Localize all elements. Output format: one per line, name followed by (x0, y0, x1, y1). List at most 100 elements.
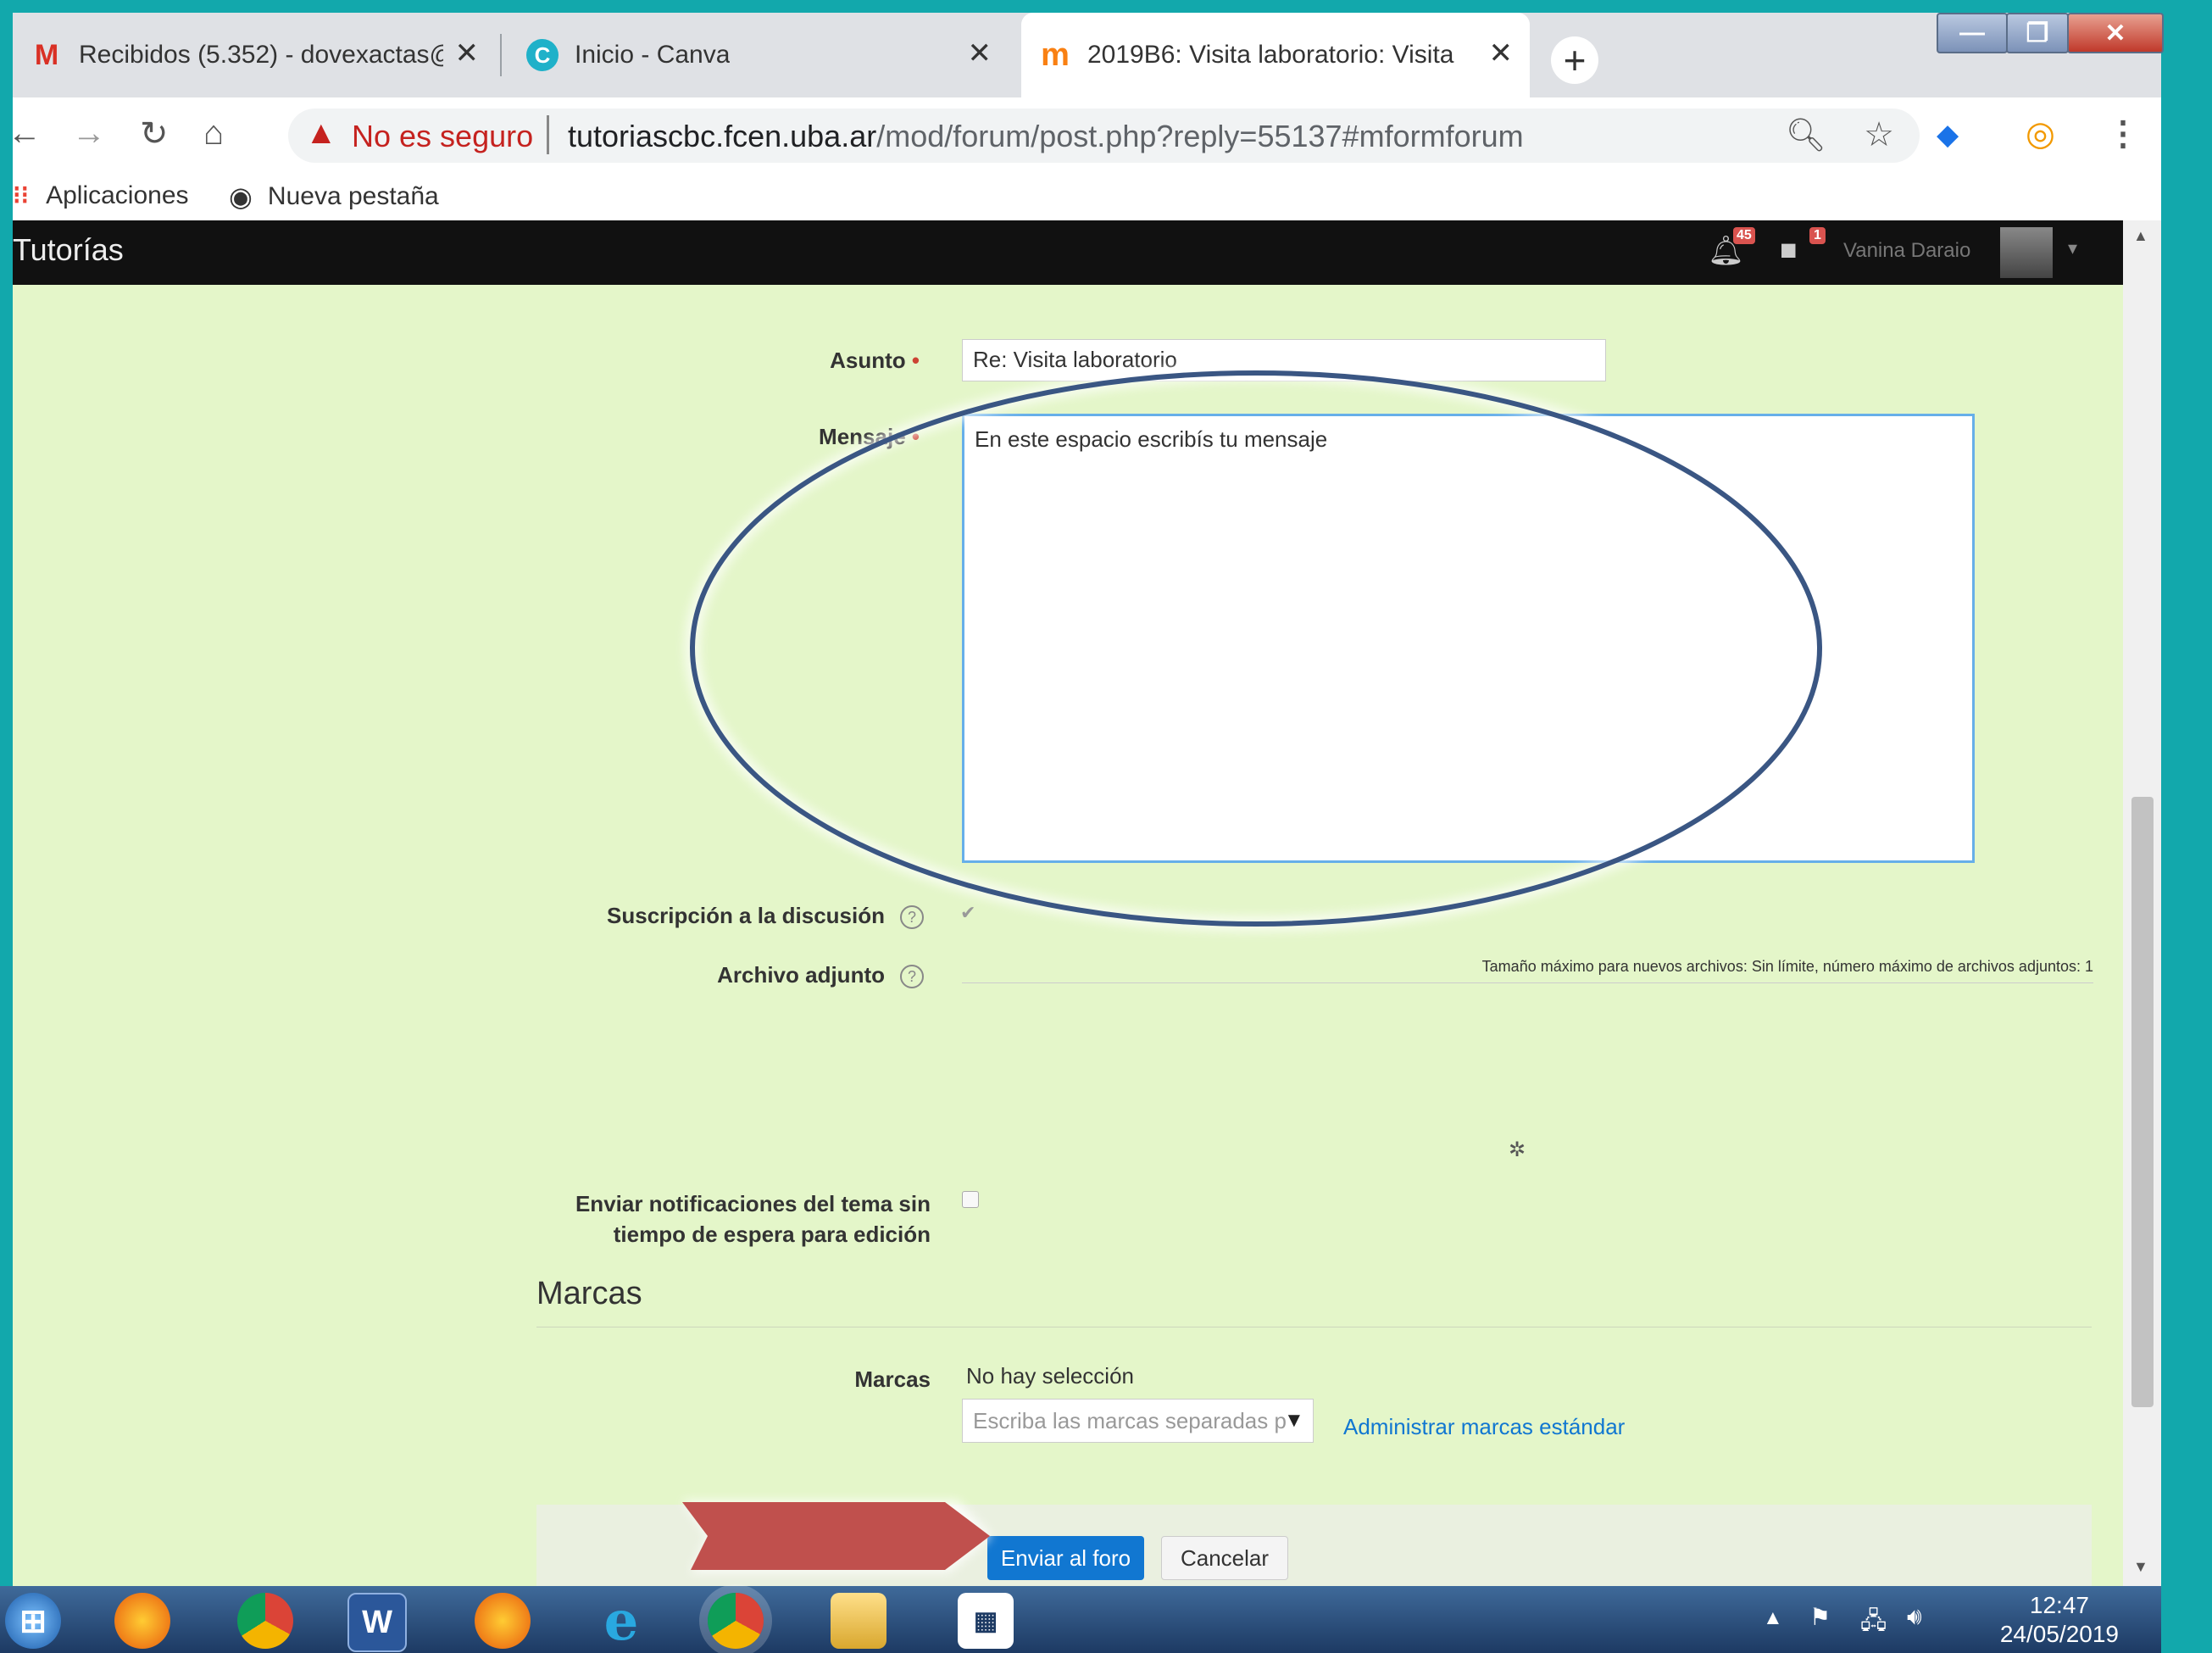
security-label[interactable]: No es seguro (352, 119, 533, 154)
chevron-down-icon[interactable]: ▾ (2068, 237, 2077, 259)
subscription-label-text: Suscripción a la discusión (607, 903, 885, 928)
bookmark-label: Nueva pestaña (267, 182, 439, 210)
forward-icon[interactable]: → (72, 114, 106, 153)
bookmark-label: Aplicaciones (46, 181, 189, 209)
subject-input[interactable]: Re: Visita laboratorio (962, 339, 1606, 381)
close-tab-icon[interactable]: ✕ (1489, 36, 1514, 70)
new-tab-button[interactable]: + (1551, 36, 1598, 84)
close-window-button[interactable]: ✕ (2067, 13, 2164, 53)
tab-separator (500, 34, 502, 76)
home-icon[interactable]: ⌂ (203, 114, 224, 153)
back-icon[interactable]: ← (8, 114, 42, 153)
dropdown-arrow-icon[interactable]: ▼ (1284, 1409, 1304, 1433)
action-center-icon[interactable]: ⚑ (1809, 1603, 1831, 1631)
subscription-label: Suscripción a la discusión? (424, 903, 924, 930)
scroll-down-icon[interactable]: ▼ (2133, 1558, 2148, 1576)
apps-grid-icon: ⁝⁝ (13, 181, 30, 209)
system-clock[interactable]: 12:47 24/05/2019 (2000, 1591, 2119, 1649)
message-label-text: Mensaje (819, 424, 906, 449)
calendar-icon[interactable]: ▦ (958, 1593, 1014, 1649)
bookmarks-bar: ⁝⁝ Aplicaciones ◉ Nueva pestaña (13, 174, 2161, 221)
notify-checkbox[interactable] (962, 1191, 979, 1208)
notify-label-line: tiempo de espera para edición (613, 1222, 931, 1247)
clock-time: 12:47 (2029, 1592, 2089, 1618)
globe-icon: ◉ (229, 181, 253, 212)
location-extension-icon[interactable]: ◎ (2026, 114, 2055, 153)
maximize-button[interactable]: ❐ (2006, 13, 2069, 53)
attachment-info: Tamaño máximo para nuevos archivos: Sin … (962, 958, 2093, 983)
url-path: /mod/forum/post.php?reply=55137#mformfor… (876, 119, 1524, 153)
bookmark-new-tab[interactable]: ◉ Nueva pestaña (229, 181, 439, 213)
tags-input[interactable]: Escriba las marcas separadas p (962, 1399, 1314, 1443)
tab-moodle-active[interactable]: m 2019B6: Visita laboratorio: Visita ✕ (1021, 13, 1530, 97)
word-icon[interactable]: W (347, 1593, 407, 1652)
subject-label-text: Asunto (830, 348, 906, 373)
firefox-icon-2[interactable] (475, 1593, 531, 1649)
message-textarea[interactable]: En este espacio escribís tu mensaje (962, 414, 1975, 863)
tab-title: Recibidos (5.352) - dovexactas@ (79, 41, 443, 69)
reload-icon[interactable]: ↻ (140, 114, 169, 153)
moodle-icon: m (1041, 36, 1070, 73)
scrollbar-thumb[interactable] (2131, 797, 2154, 1407)
form-actions (536, 1505, 2092, 1586)
notifications-badge: 45 (1733, 227, 1755, 244)
url-separator (547, 115, 549, 154)
message-label: Mensaje • (678, 424, 920, 450)
loading-spinner-icon: ✲ (1509, 1138, 1526, 1161)
close-tab-icon[interactable]: ✕ (968, 36, 992, 70)
tab-title: 2019B6: Visita laboratorio: Visita (1087, 41, 1454, 69)
subscription-checkbox[interactable]: ✔ (960, 902, 975, 924)
clock-date: 24/05/2019 (1999, 1621, 2119, 1647)
windows-taskbar: ⊞ W e ▦ ▲ ⚑ 🖧︎ 🔊︎ 12:47 24/05/2019 (0, 1586, 2161, 1653)
tab-canva[interactable]: C Inicio - Canva ✕ (509, 13, 1009, 97)
warning-icon[interactable]: ▲ (305, 115, 337, 152)
avatar[interactable] (2000, 227, 2053, 278)
extension-icon[interactable]: ◆ (1937, 118, 1959, 152)
tab-title: Inicio - Canva (575, 41, 731, 69)
zoom-icon[interactable]: 🔍︎ (1786, 117, 1826, 154)
required-icon: • (911, 348, 920, 373)
address-bar-row: ← → ↻ ⌂ ▲ No es seguro tutoriascbc.fcen.… (8, 97, 2161, 174)
internet-explorer-icon[interactable]: e (593, 1589, 649, 1653)
menu-icon[interactable]: ⋮ (2106, 114, 2140, 153)
page-scrollbar[interactable]: ▲ ▼ (2123, 220, 2161, 1586)
tags-placeholder: Escriba las marcas separadas p (973, 1408, 1287, 1433)
manage-tags-link[interactable]: Administrar marcas estándar (1343, 1414, 1625, 1440)
bookmark-apps[interactable]: ⁝⁝ Aplicaciones (13, 181, 189, 210)
messages-badge: 1 (1809, 227, 1826, 244)
submit-button[interactable]: Enviar al foro (987, 1536, 1144, 1580)
browser-tab-bar: M Recibidos (5.352) - dovexactas@ ✕ C In… (13, 13, 2164, 97)
scroll-up-icon[interactable]: ▲ (2133, 227, 2148, 245)
user-name[interactable]: Vanina Daraio (1843, 239, 1970, 263)
url-host: tutoriascbc.fcen.uba.ar (568, 119, 877, 153)
volume-icon[interactable]: 🔊︎ (1907, 1603, 1922, 1631)
bookmark-star-icon[interactable]: ☆ (1864, 115, 1894, 154)
message-icon[interactable]: ■ (1780, 234, 1798, 267)
url-text[interactable]: tutoriascbc.fcen.uba.ar/mod/forum/post.p… (568, 119, 1524, 154)
tags-label: Marcas (854, 1366, 931, 1392)
minimize-button[interactable]: — (1937, 13, 2008, 53)
chrome-icon[interactable] (237, 1593, 293, 1649)
svg-text:C: C (535, 42, 551, 68)
firefox-icon[interactable] (114, 1593, 170, 1649)
site-brand[interactable]: Tutorías (13, 232, 124, 268)
tags-section-title: Marcas (536, 1276, 642, 1311)
tags-selection: No hay selección (966, 1363, 1134, 1389)
start-button-icon[interactable]: ⊞ (5, 1593, 61, 1649)
notify-label-line: Enviar notificaciones del tema sin (575, 1191, 931, 1216)
close-tab-icon[interactable]: ✕ (455, 36, 480, 70)
subject-label: Asunto • (678, 348, 920, 374)
tab-gmail[interactable]: M Recibidos (5.352) - dovexactas@ ✕ (13, 13, 496, 97)
cancel-button[interactable]: Cancelar (1161, 1536, 1288, 1580)
network-icon[interactable]: 🖧︎ (1860, 1603, 1887, 1644)
tray-expand-icon[interactable]: ▲ (1763, 1606, 1783, 1630)
folder-icon[interactable] (831, 1593, 886, 1649)
notify-label: Enviar notificaciones del tema sin tiemp… (475, 1188, 931, 1249)
chrome-active-icon[interactable] (708, 1593, 764, 1649)
omnibox[interactable]: ▲ No es seguro tutoriascbc.fcen.uba.ar/m… (288, 109, 1920, 163)
gmail-icon: M (34, 38, 59, 71)
attachment-label: Archivo adjunto? (424, 962, 924, 989)
help-icon[interactable]: ? (900, 965, 924, 989)
attachment-label-text: Archivo adjunto (717, 962, 885, 988)
help-icon[interactable]: ? (900, 905, 924, 930)
